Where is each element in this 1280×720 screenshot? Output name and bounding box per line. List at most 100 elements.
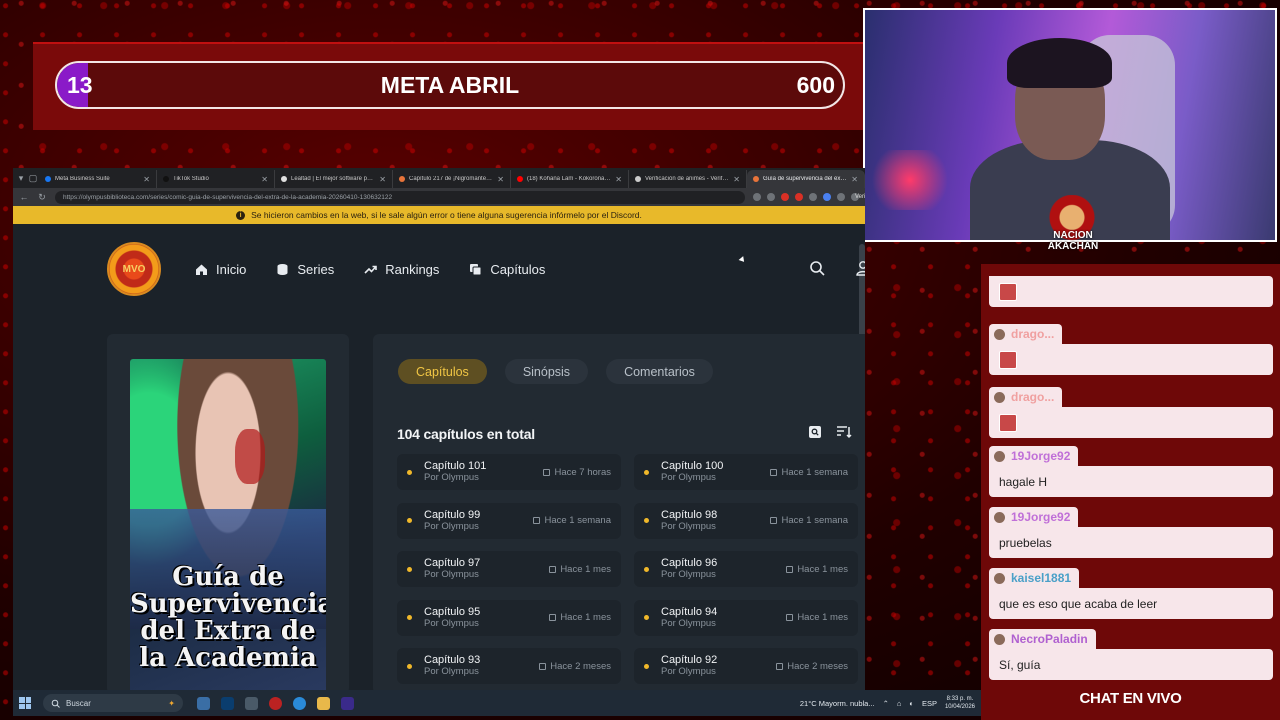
chat-username[interactable]: kaisel1881 — [1011, 571, 1071, 585]
header-actions — [809, 260, 865, 281]
extensions-puzzle-icon[interactable] — [837, 193, 845, 201]
chapter-title: Capítulo 100 — [661, 460, 724, 472]
chapter-item[interactable]: Capítulo 92 Por Olympus Hace 2 meses — [634, 648, 858, 684]
extension-blue-icon[interactable] — [823, 193, 831, 201]
chapter-item[interactable]: Capítulo 100 Por Olympus Hace 1 semana — [634, 454, 858, 490]
bookmark-star-icon[interactable] — [767, 193, 775, 201]
language-indicator[interactable]: ESP — [922, 699, 937, 708]
chapter-time: Hace 1 semana — [781, 466, 848, 478]
browser-tab[interactable]: Verificación de animes - Verifica... ✕ — [629, 170, 747, 188]
nav-item-series[interactable]: Series — [276, 262, 334, 277]
chat-username[interactable]: drago... — [1011, 390, 1054, 404]
tab-close-icon[interactable]: ✕ — [733, 175, 740, 184]
chapter-item[interactable]: Capítulo 97 Por Olympus Hace 1 mes — [397, 551, 621, 587]
browser-tab[interactable]: (18) Kohana Lam - Kokoronashi | ✕ — [511, 170, 629, 188]
taskbar-search[interactable]: Buscar ✦ — [43, 694, 183, 712]
chapter-title: Capítulo 94 — [661, 605, 718, 618]
chapter-item[interactable]: Capítulo 101 Por Olympus Hace 7 horas — [397, 454, 621, 490]
clock[interactable]: 8:33 p. m. 10/04/2026 — [945, 695, 975, 711]
extension-youtube-icon[interactable] — [795, 193, 803, 201]
task-view-icon[interactable] — [197, 696, 210, 710]
chat-message-body — [989, 407, 1273, 438]
tab-comentarios[interactable]: Comentarios — [606, 359, 713, 384]
chat-username[interactable]: NecroPaladin — [1011, 632, 1088, 646]
chapter-item[interactable]: Capítulo 99 Por Olympus Hace 1 semana — [397, 502, 621, 539]
goal-target-value: 600 — [796, 72, 835, 98]
photoshop-icon[interactable] — [221, 696, 234, 710]
tab-close-icon[interactable]: ✕ — [261, 175, 268, 184]
chapter-time: Hace 2 meses — [550, 660, 611, 672]
home-icon — [195, 263, 208, 276]
series-cover-image[interactable]: Guía de Supervivencia del Extra de la Ac… — [130, 359, 326, 690]
tab-label: Guía de supervivencia del extra ... — [763, 176, 848, 182]
tab-close-icon[interactable]: ✕ — [615, 175, 622, 184]
back-icon[interactable]: ← — [19, 192, 29, 202]
new-dot-icon — [407, 663, 412, 669]
volume-icon[interactable]: ◐ — [909, 699, 914, 708]
browser-tab[interactable]: Guía de supervivencia del extra ... ✕ — [747, 170, 865, 188]
page-scrollbar[interactable] — [859, 244, 865, 344]
nav-item-rankings[interactable]: Rankings — [364, 262, 439, 277]
chapter-item[interactable]: Capítulo 96 Por Olympus Hace 1 mes — [634, 551, 858, 587]
windows-start-icon[interactable] — [17, 695, 33, 711]
goal-panel: 13 META ABRIL 600 — [33, 42, 863, 130]
search-icon[interactable] — [809, 260, 825, 281]
user-icon[interactable] — [855, 260, 865, 281]
premiere-icon[interactable] — [341, 696, 354, 710]
tab-close-icon[interactable]: ✕ — [143, 175, 150, 184]
network-icon[interactable]: ⌂ — [897, 699, 902, 708]
extension-icon[interactable] — [809, 193, 817, 201]
chat-username-row: NecroPaladin — [989, 629, 1096, 649]
clock-date: 10/04/2026 — [944, 704, 975, 710]
profile-chip[interactable]: Verifi — [851, 193, 865, 201]
chapter-title: Capítulo 93 — [424, 654, 481, 666]
search-chapter-icon[interactable] — [808, 425, 822, 444]
chapter-text: Capítulo 96 Por Olympus — [661, 557, 786, 581]
extension-red-icon[interactable] — [781, 193, 789, 201]
chat-username-row: 19Jorge92 — [989, 507, 1079, 527]
chapter-author: Por Olympus — [424, 472, 479, 483]
tab-favicon-icon — [45, 176, 51, 182]
site-logo[interactable]: MVO — [107, 242, 161, 296]
new-dot-icon — [644, 518, 649, 523]
chapter-author: Por Olympus — [424, 569, 479, 580]
chat-username[interactable]: 19Jorge92 — [1011, 510, 1070, 524]
reload-icon[interactable]: ↻ — [37, 192, 47, 203]
nav-item-inicio[interactable]: Inicio — [195, 262, 246, 277]
chat-username-row: drago... — [989, 387, 1063, 407]
nav-item-capitulos[interactable]: Capítulos — [469, 262, 545, 277]
tab-close-icon[interactable]: ✕ — [851, 175, 858, 184]
tabs-container: Meta Business Suite ✕ TikTok Studio ✕ Lealta… — [39, 168, 865, 188]
edge-icon[interactable] — [293, 696, 306, 710]
sort-icon[interactable] — [836, 425, 852, 444]
tab-capitulos[interactable]: Capítulos — [398, 359, 487, 384]
app-icon[interactable] — [245, 696, 258, 710]
browser-tab[interactable]: Lealtad | El mejor software para ... ✕ — [275, 170, 393, 188]
browser-tab[interactable]: Meta Business Suite ✕ — [39, 170, 157, 188]
chat-username[interactable]: drago... — [1011, 327, 1054, 341]
zoom-icon[interactable] — [753, 193, 761, 201]
chat-message-body: pruebelas — [989, 527, 1273, 558]
weather-widget[interactable]: 21°C Mayorm. nubla... — [800, 699, 875, 708]
chapter-item[interactable]: Capítulo 95 Por Olympus Hace 1 mes — [397, 599, 621, 636]
tray-arrow-icon[interactable]: ⌃ — [883, 699, 889, 708]
chapter-item[interactable]: Capítulo 93 Por Olympus Hace 2 meses — [397, 648, 621, 684]
chat-username-row: kaisel1881 — [989, 568, 1080, 588]
chapter-item[interactable]: Capítulo 94 Por Olympus Hace 1 mes — [634, 599, 858, 636]
trending-icon — [364, 263, 378, 276]
chat-username[interactable]: 19Jorge92 — [1011, 449, 1070, 463]
chapter-item[interactable]: Capítulo 98 Por Olympus Hace 1 semana — [634, 502, 858, 539]
obs-icon[interactable] — [269, 696, 282, 710]
browser-tab[interactable]: TikTok Studio ✕ — [157, 170, 275, 188]
tab-close-icon[interactable]: ✕ — [379, 175, 386, 184]
tab-close-icon[interactable]: ✕ — [497, 175, 504, 184]
url-field[interactable]: https://olympusbiblioteca.com/series/com… — [55, 190, 745, 204]
chapter-time: Hace 2 meses — [787, 660, 848, 672]
address-bar: ← ↻ https://olympusbiblioteca.com/series… — [13, 188, 865, 206]
tab-search-icon[interactable]: ▾ — [15, 168, 27, 188]
browser-tab[interactable]: Capítulo 217 de ¡Nigromante, ... ✕ — [393, 170, 511, 188]
chapter-text: Capítulo 95 Por Olympus — [424, 606, 549, 630]
tab-sinopsis[interactable]: Sinópsis — [504, 359, 589, 384]
tab-groups-icon[interactable]: ▢ — [27, 168, 39, 188]
file-explorer-icon[interactable] — [317, 696, 330, 710]
